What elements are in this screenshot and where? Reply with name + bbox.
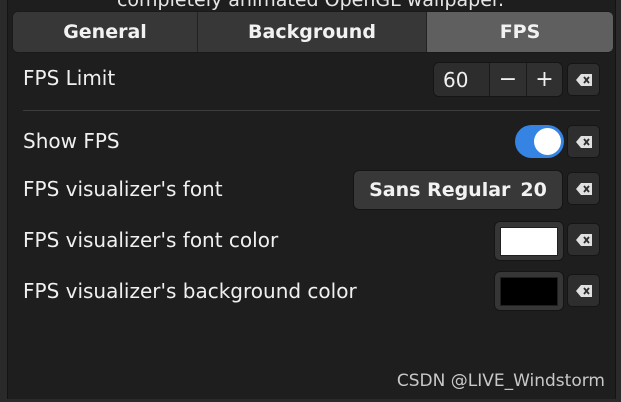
font-color-reset-button[interactable] [567, 223, 600, 256]
background-color-button[interactable] [494, 271, 564, 311]
header-text: completely animated OpenGL wallpaper. [116, 0, 505, 11]
window-right-edge [615, 0, 621, 402]
font-name: Sans Regular [369, 179, 511, 201]
fps-limit-value[interactable]: 60 [434, 63, 490, 96]
show-fps-label: Show FPS [23, 129, 120, 153]
clear-icon [575, 135, 592, 148]
fps-limit-spinbutton: 60 − + [433, 62, 563, 97]
font-label: FPS visualizer's font [23, 177, 223, 201]
show-fps-reset-button[interactable] [567, 125, 600, 158]
font-reset-button[interactable] [567, 172, 600, 205]
fps-limit-decrement-button[interactable]: − [490, 63, 527, 96]
preferences-window: completely animated OpenGL wallpaper. Ge… [0, 0, 621, 402]
clear-icon [575, 73, 592, 86]
fps-limit-label: FPS Limit [23, 66, 116, 90]
tab-background[interactable]: Background [198, 12, 427, 52]
font-color-button[interactable] [494, 221, 564, 261]
font-size: 20 [520, 179, 547, 201]
fps-limit-reset-button[interactable] [567, 63, 600, 96]
tab-fps[interactable]: FPS [427, 12, 613, 52]
background-color-reset-button[interactable] [567, 274, 600, 307]
clear-icon [575, 233, 592, 246]
clear-icon [575, 284, 592, 297]
font-color-swatch [500, 226, 558, 256]
clear-icon [575, 182, 592, 195]
background-color-label: FPS visualizer's background color [23, 279, 357, 303]
show-fps-switch[interactable] [515, 125, 564, 158]
background-color-swatch [500, 276, 558, 306]
tab-general[interactable]: General [13, 12, 198, 52]
watermark: CSDN @LIVE_Windstorm [396, 371, 605, 391]
fps-limit-increment-button[interactable]: + [527, 63, 562, 96]
font-color-label: FPS visualizer's font color [23, 228, 279, 252]
separator [23, 110, 600, 111]
switch-knob [534, 128, 561, 155]
window-left-edge [0, 0, 8, 402]
tab-bar: General Background FPS [12, 11, 614, 53]
font-chooser-button[interactable]: Sans Regular 20 [353, 170, 563, 210]
